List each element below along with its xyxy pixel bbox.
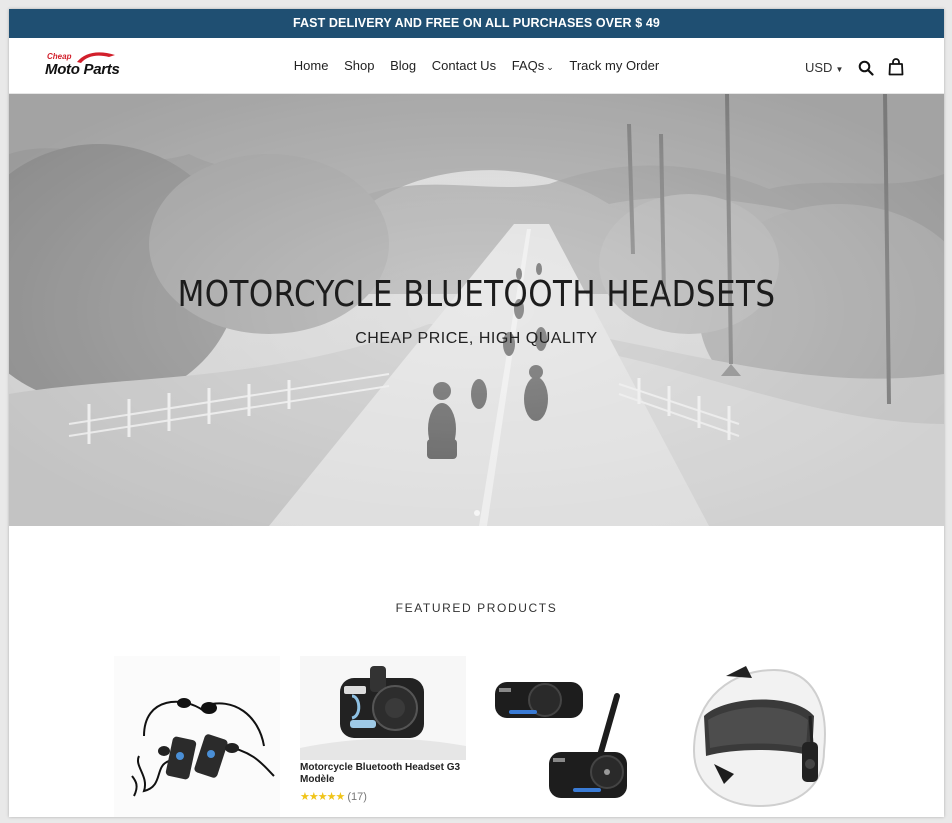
currency-selector[interactable]: USD ▼ [805, 60, 843, 75]
hero-title: MOTORCYCLE BLUETOOTH HEADSETS [177, 274, 776, 315]
chevron-down-icon: ⌄ [546, 62, 554, 72]
nav-track-order[interactable]: Track my Order [569, 58, 659, 73]
product-card[interactable] [487, 656, 653, 817]
slider-dots [9, 503, 944, 521]
search-icon[interactable] [858, 60, 874, 76]
nav-contact-us[interactable]: Contact Us [432, 58, 496, 73]
site-header: Cheap Moto Parts Home Shop Blog Contact … [9, 38, 944, 94]
slider-dot[interactable] [473, 510, 480, 516]
nav-shop[interactable]: Shop [344, 58, 374, 73]
product-card[interactable] [114, 656, 280, 817]
product-card[interactable]: Motorcycle Bluetooth Headset G3 Modèle ★… [300, 656, 466, 817]
main-nav: Home Shop Blog Contact Us FAQs ⌄ Track my… [9, 58, 944, 73]
cart-icon[interactable] [888, 58, 904, 76]
product-card[interactable] [674, 656, 840, 817]
featured-heading: FEATURED PRODUCTS [395, 601, 558, 615]
hero-subtitle: CHEAP PRICE, HIGH QUALITY [355, 330, 598, 347]
product-rating: ★★★★★ (17) [300, 790, 367, 803]
rating-stars-icon: ★★★★★ [300, 791, 345, 803]
currency-caret-icon: ▼ [835, 65, 844, 74]
headset-g3-image [300, 656, 466, 760]
page: FAST DELIVERY AND FREE ON ALL PURCHASES … [9, 9, 944, 817]
nav-home[interactable]: Home [294, 58, 329, 73]
headset-kit-image [114, 656, 280, 817]
headset-pair-image [487, 656, 653, 817]
announcement-text: FAST DELIVERY AND FREE ON ALL PURCHASES … [292, 16, 660, 30]
product-title[interactable]: Motorcycle Bluetooth Headset G3 Modèle [300, 762, 466, 786]
currency-value: USD [805, 60, 833, 75]
review-count: (17) [347, 791, 367, 803]
nav-blog[interactable]: Blog [390, 58, 416, 73]
nav-faqs[interactable]: FAQs ⌄ [512, 58, 554, 73]
hero-banner[interactable]: MOTORCYCLE BLUETOOTH HEADSETS CHEAP PRIC… [9, 94, 944, 526]
helmet-image [674, 656, 840, 817]
nav-faqs-label: FAQs [511, 58, 545, 73]
announcement-bar: FAST DELIVERY AND FREE ON ALL PURCHASES … [9, 9, 944, 38]
